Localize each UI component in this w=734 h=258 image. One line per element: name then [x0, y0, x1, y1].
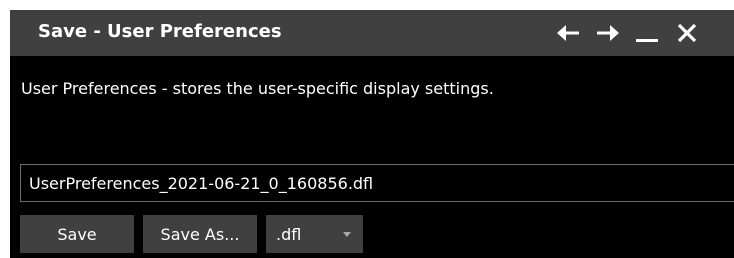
dialog-titlebar: Save - User Preferences — [10, 10, 734, 56]
save-button-label: Save — [57, 225, 97, 244]
save-as-button-label: Save As... — [160, 225, 240, 244]
save-as-button[interactable]: Save As... — [143, 215, 257, 253]
save-user-preferences-dialog: Save - User Preferences User Preferences… — [10, 10, 734, 258]
minimize-icon[interactable] — [632, 18, 662, 48]
dialog-description: User Preferences - stores the user-speci… — [21, 79, 494, 98]
close-icon[interactable] — [673, 18, 703, 48]
file-type-value: .dfl — [276, 225, 302, 244]
arrow-left-icon[interactable] — [554, 18, 584, 48]
save-button[interactable]: Save — [20, 215, 134, 253]
file-type-select[interactable]: .dfl — [266, 215, 363, 253]
filename-field[interactable]: UserPreferences_2021-06-21_0_160856.dfl — [20, 164, 734, 202]
filename-value: UserPreferences_2021-06-21_0_160856.dfl — [29, 174, 374, 193]
arrow-right-icon[interactable] — [592, 18, 622, 48]
dialog-title: Save - User Preferences — [38, 21, 282, 42]
chevron-down-icon — [343, 232, 351, 237]
